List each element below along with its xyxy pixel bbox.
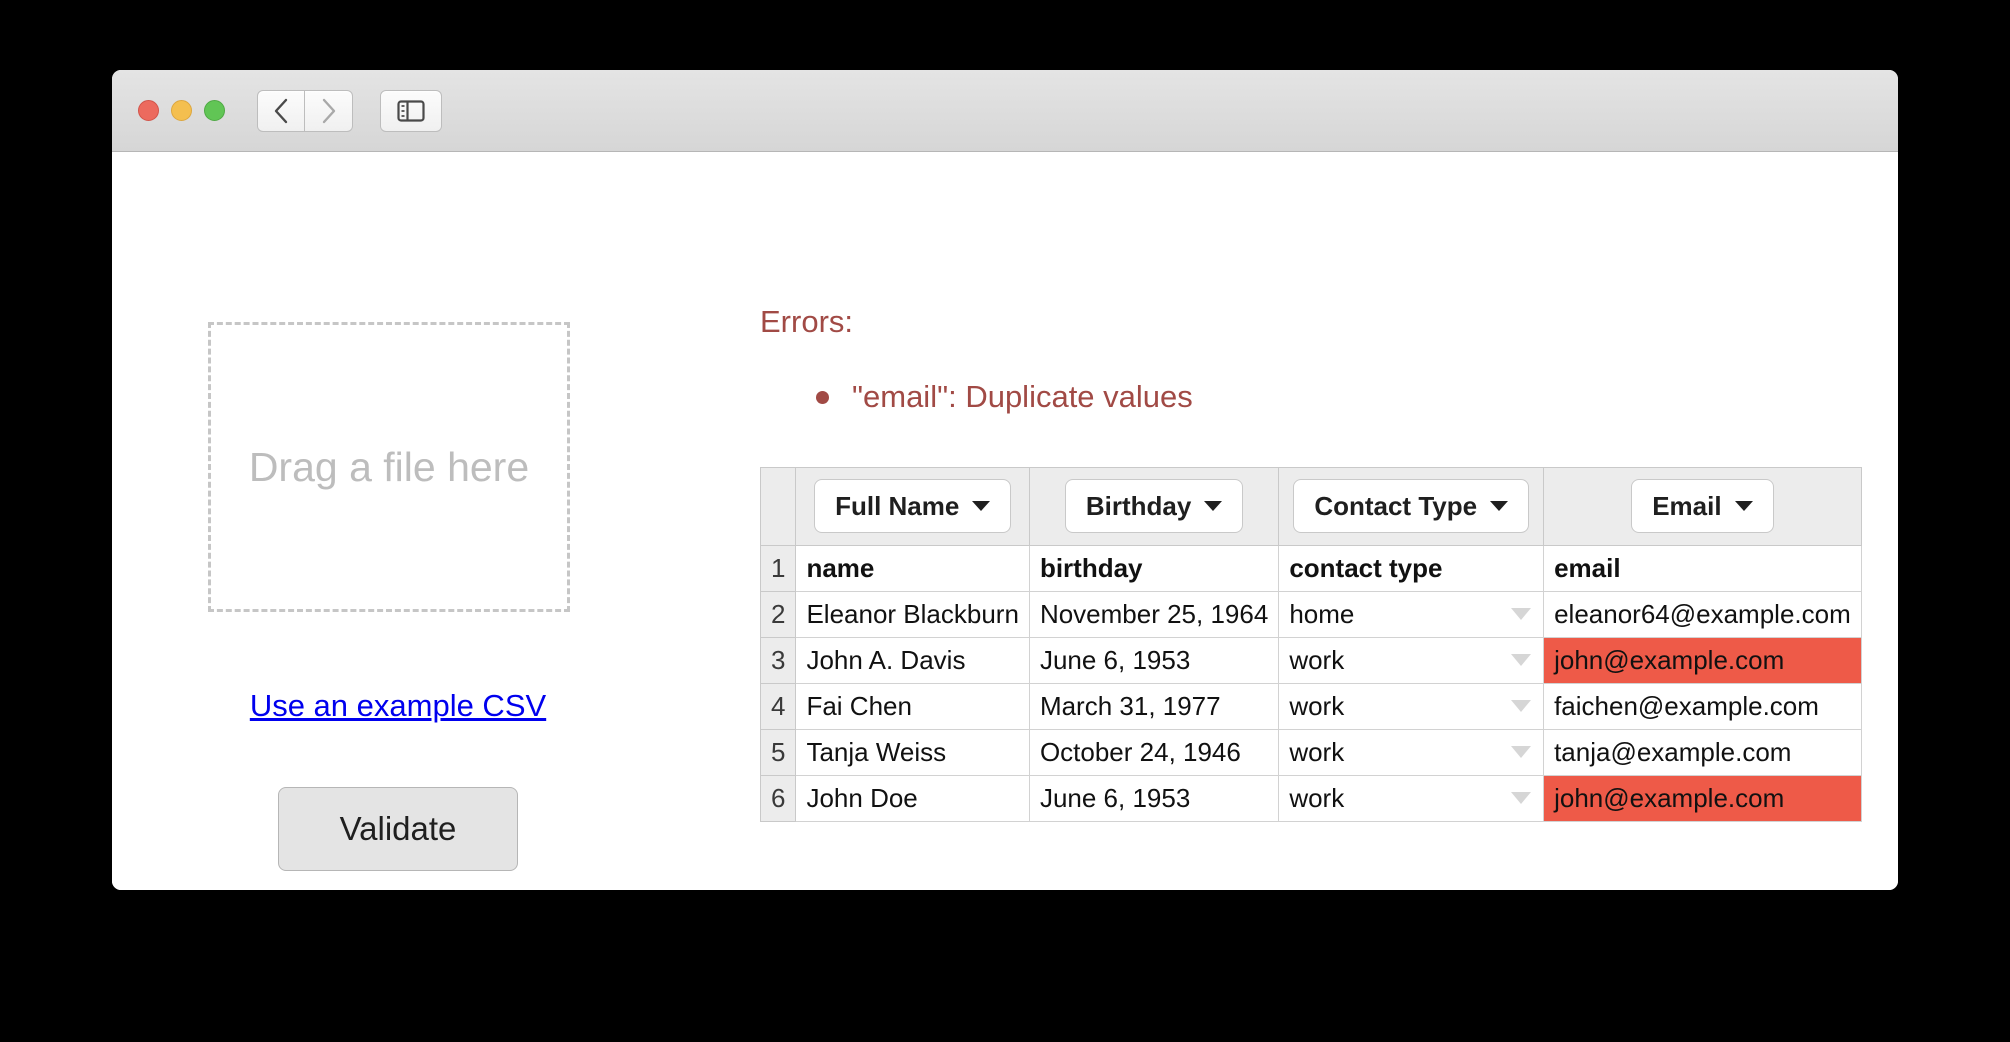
row-number: 1 bbox=[759, 544, 797, 592]
table-row: 5 Tanja Weiss October 24, 1946 work tanja@ex… bbox=[759, 728, 1862, 776]
column-select-label: Email bbox=[1652, 490, 1722, 521]
cell-email: eleanor64@example.com bbox=[1543, 590, 1862, 638]
errors-heading: Errors: bbox=[760, 304, 853, 339]
page-content: Drag a file here Use an example CSV Vali… bbox=[112, 152, 1898, 890]
column-header-name: Full Name bbox=[795, 466, 1030, 546]
chevron-right-icon bbox=[322, 98, 335, 123]
cell-contact-type-value: work bbox=[1289, 736, 1345, 767]
cell-email: email bbox=[1543, 544, 1862, 592]
cell-name: John A. Davis bbox=[795, 636, 1030, 684]
column-select-contact-type[interactable]: Contact Type bbox=[1293, 479, 1530, 533]
column-header-birthday: Birthday bbox=[1028, 466, 1280, 546]
row-number: 5 bbox=[759, 728, 797, 776]
cell-birthday: birthday bbox=[1028, 544, 1280, 592]
row-number: 4 bbox=[759, 682, 797, 730]
file-dropzone[interactable]: Drag a file here bbox=[208, 322, 570, 612]
cell-email-error: john@example.com bbox=[1543, 636, 1862, 684]
column-mapping-row: Full Name Birthday Contact Type Email bbox=[759, 466, 1862, 546]
chevron-down-icon bbox=[1490, 501, 1509, 511]
chevron-left-icon bbox=[274, 98, 288, 123]
cell-birthday: March 31, 1977 bbox=[1028, 682, 1280, 730]
cell-name: Eleanor Blackburn bbox=[795, 590, 1030, 638]
navigation-buttons bbox=[257, 89, 353, 132]
cell-contact-type-value: work bbox=[1289, 782, 1345, 813]
table-row: 1 name birthday contact type email bbox=[759, 544, 1862, 592]
browser-window: demo.html + bbox=[112, 70, 1898, 890]
row-number: 2 bbox=[759, 590, 797, 638]
cell-contact-type[interactable]: home bbox=[1278, 590, 1545, 638]
cell-contact-type[interactable]: work bbox=[1278, 774, 1545, 822]
csv-table-head: Full Name Birthday Contact Type Email bbox=[759, 466, 1862, 546]
column-select-label: Full Name bbox=[835, 490, 960, 521]
cell-contact-type-value: contact type bbox=[1289, 552, 1443, 583]
csv-table: Full Name Birthday Contact Type Email 1 … bbox=[759, 466, 1862, 822]
cell-contact-type: contact type bbox=[1278, 544, 1545, 592]
results-panel: Errors: "email": Duplicate values Full N… bbox=[759, 304, 1862, 822]
column-select-label: Contact Type bbox=[1314, 490, 1478, 521]
cell-contact-type[interactable]: work bbox=[1278, 636, 1545, 684]
chevron-down-icon bbox=[1734, 501, 1753, 511]
upload-panel: Drag a file here Use an example CSV Vali… bbox=[208, 322, 588, 871]
column-select-full-name[interactable]: Full Name bbox=[814, 479, 1012, 533]
column-header-email: Email bbox=[1543, 466, 1862, 546]
back-button[interactable] bbox=[257, 89, 305, 132]
example-csv-link[interactable]: Use an example CSV bbox=[250, 688, 546, 724]
minimize-window-button[interactable] bbox=[171, 100, 192, 121]
table-row: 3 John A. Davis June 6, 1953 work john@examp… bbox=[759, 636, 1862, 684]
chevron-down-icon bbox=[1511, 792, 1532, 804]
cell-contact-type[interactable]: work bbox=[1278, 682, 1545, 730]
cell-birthday: June 6, 1953 bbox=[1028, 774, 1280, 822]
gutter-header bbox=[759, 466, 797, 546]
csv-table-body: 1 name birthday contact type email 2 Eleanor B… bbox=[759, 544, 1862, 822]
cell-birthday: November 25, 1964 bbox=[1028, 590, 1280, 638]
column-select-label: Birthday bbox=[1085, 490, 1192, 521]
cell-email: faichen@example.com bbox=[1543, 682, 1862, 730]
dropzone-label: Drag a file here bbox=[248, 443, 530, 490]
cell-birthday: June 6, 1953 bbox=[1028, 636, 1280, 684]
errors-list: "email": Duplicate values bbox=[812, 374, 1838, 421]
cell-name: name bbox=[795, 544, 1030, 592]
cell-name: John Doe bbox=[795, 774, 1030, 822]
table-row: 6 John Doe June 6, 1953 work john@example.co… bbox=[759, 774, 1862, 822]
forward-button[interactable] bbox=[305, 89, 353, 132]
cell-birthday: October 24, 1946 bbox=[1028, 728, 1280, 776]
table-row: 4 Fai Chen March 31, 1977 work faichen@examp… bbox=[759, 682, 1862, 730]
sidebar-icon bbox=[397, 99, 425, 122]
cell-name: Fai Chen bbox=[795, 682, 1030, 730]
column-header-contact-type: Contact Type bbox=[1278, 466, 1545, 546]
table-row: 2 Eleanor Blackburn November 25, 1964 home e… bbox=[759, 590, 1862, 638]
cell-contact-type-value: home bbox=[1289, 598, 1355, 629]
cell-name: Tanja Weiss bbox=[795, 728, 1030, 776]
window-controls bbox=[138, 100, 225, 121]
error-item: "email": Duplicate values bbox=[812, 374, 1838, 421]
row-number: 3 bbox=[759, 636, 797, 684]
chevron-down-icon bbox=[1511, 700, 1532, 712]
chevron-down-icon bbox=[1511, 654, 1532, 666]
close-window-button[interactable] bbox=[138, 100, 159, 121]
chevron-down-icon bbox=[1511, 608, 1532, 620]
chevron-down-icon bbox=[1204, 501, 1223, 511]
cell-email: tanja@example.com bbox=[1543, 728, 1862, 776]
maximize-window-button[interactable] bbox=[204, 100, 225, 121]
chevron-down-icon bbox=[972, 501, 991, 511]
cell-contact-type-value: work bbox=[1289, 690, 1345, 721]
cell-contact-type-value: work bbox=[1289, 644, 1345, 675]
csv-table-wrapper: Full Name Birthday Contact Type Email 1 … bbox=[759, 466, 1862, 822]
cell-contact-type[interactable]: work bbox=[1278, 728, 1545, 776]
row-number: 6 bbox=[759, 774, 797, 822]
cell-email-error: john@example.com bbox=[1543, 774, 1862, 822]
validate-button[interactable]: Validate bbox=[278, 787, 518, 871]
column-select-email[interactable]: Email bbox=[1631, 479, 1774, 533]
browser-titlebar: demo.html + bbox=[112, 70, 1898, 220]
column-select-birthday[interactable]: Birthday bbox=[1064, 479, 1244, 533]
chevron-down-icon bbox=[1511, 746, 1532, 758]
sidebar-toggle-button[interactable] bbox=[380, 89, 442, 132]
